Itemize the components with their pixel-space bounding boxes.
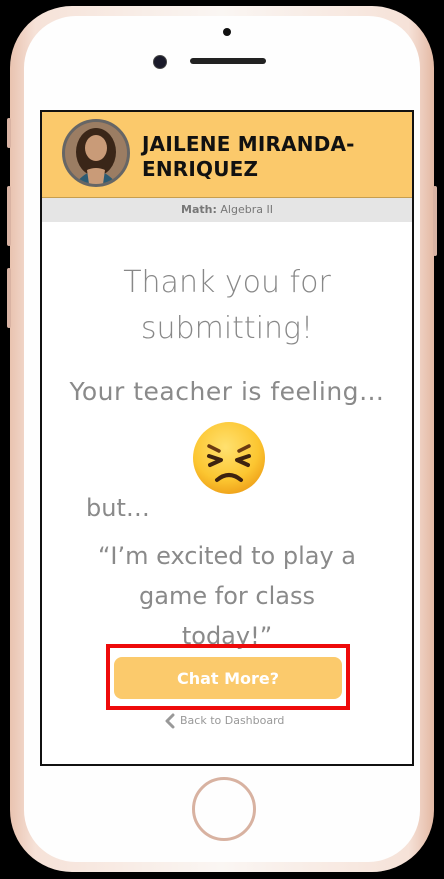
volume-up-button xyxy=(7,186,11,246)
avatar-photo xyxy=(65,122,127,184)
mute-switch xyxy=(7,118,11,148)
home-button[interactable] xyxy=(192,777,256,841)
subject-bar: Math: Algebra II xyxy=(42,198,412,222)
thank-you-heading: Thank you for submitting! xyxy=(123,265,331,346)
but-text: but… xyxy=(86,494,150,522)
power-button xyxy=(433,186,437,256)
app-screen: JAILENE MIRANDA-ENRIQUEZ Math: Algebra I… xyxy=(40,110,414,766)
course-name: Algebra II xyxy=(220,203,273,216)
teacher-feeling-prompt: Your teacher is feeling… xyxy=(69,377,385,406)
back-to-dashboard-link[interactable]: Back to Dashboard xyxy=(164,712,284,730)
back-to-dashboard-label: Back to Dashboard xyxy=(180,714,285,727)
chevron-left-icon xyxy=(165,713,175,729)
avatar xyxy=(62,119,130,187)
teacher-quote: “I’m excited to play a game for class to… xyxy=(97,542,357,650)
earpiece-speaker xyxy=(190,58,266,64)
volume-down-button xyxy=(7,268,11,328)
sensor-dot xyxy=(223,28,231,36)
student-name: JAILENE MIRANDA-ENRIQUEZ xyxy=(142,132,355,181)
chat-more-button[interactable]: Chat More? xyxy=(114,657,342,699)
persevering-face-emoji-icon xyxy=(193,422,265,494)
front-camera xyxy=(153,55,167,69)
student-header: JAILENE MIRANDA-ENRIQUEZ xyxy=(42,112,412,198)
subject-label: Math: xyxy=(181,203,217,216)
